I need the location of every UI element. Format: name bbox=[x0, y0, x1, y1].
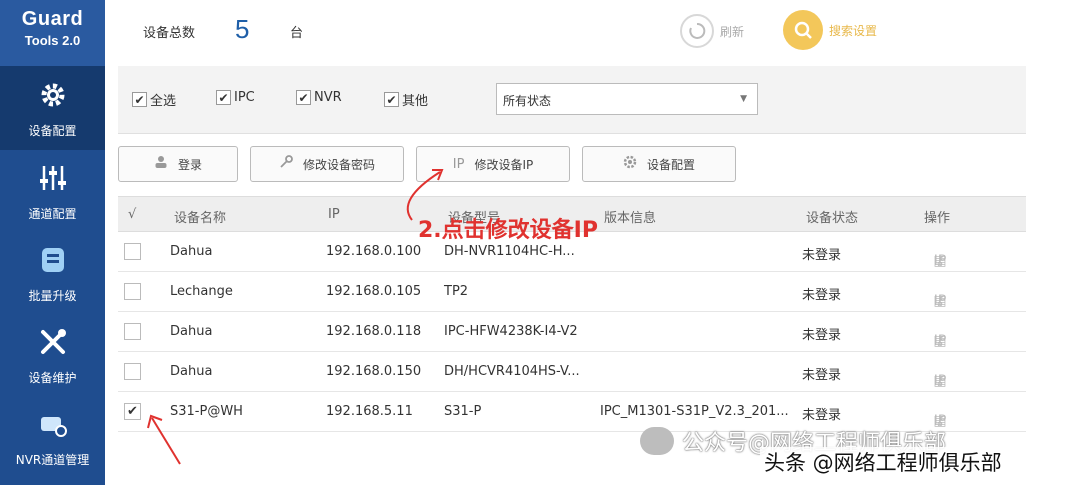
cell-name: Dahua bbox=[170, 364, 213, 379]
checkbox-checked-icon: ✔ bbox=[132, 92, 147, 107]
header-check: √ bbox=[128, 207, 137, 222]
wechat-icon bbox=[640, 427, 674, 455]
device-total-label: 设备总数 bbox=[143, 26, 196, 41]
chevron-down-icon: ▼ bbox=[740, 94, 747, 104]
header: 设备总数 5 台 刷新 搜索设置 bbox=[105, 0, 1080, 66]
sliders-icon bbox=[36, 161, 70, 195]
cell-status: 未登录 bbox=[802, 368, 842, 383]
cell-ip: 192.168.0.100 bbox=[326, 244, 422, 259]
upgrade-icon bbox=[36, 243, 70, 277]
key-icon[interactable]: ⚷ bbox=[922, 293, 958, 309]
select-all-label: 全选 bbox=[150, 94, 177, 109]
cell-status: 未登录 bbox=[802, 248, 842, 263]
sidebar-item-maintenance[interactable]: 设备维护 bbox=[0, 314, 105, 396]
device-count: 5 bbox=[235, 14, 250, 44]
cell-model: DH/HCVR4104HS-V... bbox=[444, 364, 580, 379]
cell-name: Lechange bbox=[170, 284, 233, 299]
select-all-checkbox[interactable]: ✔ 全选 bbox=[132, 90, 176, 109]
cell-model: TP2 bbox=[444, 284, 469, 299]
logo-line1: Guard bbox=[21, 8, 84, 30]
header-ip[interactable]: IP bbox=[328, 207, 340, 222]
app-logo: Guard Tools 2.0 bbox=[0, 0, 105, 66]
logo-line2: Tools 2.0 bbox=[24, 33, 81, 48]
cell-ip: 192.168.0.105 bbox=[326, 284, 422, 299]
sidebar-item-label: NVR通道管理 bbox=[15, 452, 90, 467]
cell-ip: 192.168.0.118 bbox=[326, 324, 422, 339]
sidebar-item-nvr-channel[interactable]: NVR通道管理 bbox=[0, 396, 105, 478]
sidebar-item-label: 批量升级 bbox=[28, 288, 77, 303]
filter-bar: ✔ 全选 ✔ IPC ✔ NVR ✔ 其他 所有状态 ▼ bbox=[118, 66, 1026, 134]
table-row[interactable]: Dahua 192.168.0.118 IPC-HFW4238K-I4-V2 未… bbox=[118, 312, 1026, 352]
cell-status: 未登录 bbox=[802, 408, 842, 423]
nvr-label: NVR bbox=[314, 90, 342, 105]
key-icon[interactable]: ⚷ bbox=[922, 373, 958, 389]
header-status[interactable]: 设备状态 bbox=[806, 207, 858, 226]
status-dropdown-value: 所有状态 bbox=[503, 94, 552, 108]
annotation-text: 2.点击修改设备IP bbox=[418, 218, 598, 243]
key-icon[interactable]: ⚷ bbox=[922, 333, 958, 349]
row-checkbox[interactable] bbox=[124, 363, 141, 380]
search-settings-button[interactable]: 搜索设置 bbox=[783, 10, 877, 50]
cell-version: IPC_M1301-S31P_V2.3_201... bbox=[600, 404, 789, 419]
key-icon bbox=[279, 155, 293, 173]
status-dropdown[interactable]: 所有状态 ▼ bbox=[496, 83, 758, 115]
cell-model: DH-NVR1104HC-H... bbox=[444, 244, 575, 259]
other-checkbox[interactable]: ✔ 其他 bbox=[384, 90, 428, 109]
sidebar-item-label: 设备配置 bbox=[28, 123, 77, 138]
cell-model: S31-P bbox=[444, 404, 482, 419]
gear-icon bbox=[623, 155, 637, 173]
modify-ip-button[interactable]: IP 修改设备IP bbox=[416, 146, 570, 182]
header-ops: 操作 bbox=[924, 211, 951, 226]
sidebar-item-batch-upgrade[interactable]: 批量升级 bbox=[0, 232, 105, 314]
cell-status: 未登录 bbox=[802, 288, 842, 303]
login-button[interactable]: 登录 bbox=[118, 146, 238, 182]
device-config-label: 设备配置 bbox=[646, 157, 695, 172]
cell-name: Dahua bbox=[170, 324, 213, 339]
ip-icon: IP bbox=[452, 156, 465, 172]
modify-ip-label: 修改设备IP bbox=[474, 157, 534, 172]
row-checkbox[interactable]: ✔ bbox=[124, 403, 141, 420]
ipc-label: IPC bbox=[234, 90, 255, 105]
row-checkbox[interactable] bbox=[124, 283, 141, 300]
header-device-name[interactable]: 设备名称 bbox=[174, 207, 226, 226]
other-label: 其他 bbox=[402, 94, 429, 109]
sidebar-item-channel-config[interactable]: 通道配置 bbox=[0, 150, 105, 232]
modify-password-button[interactable]: 修改设备密码 bbox=[250, 146, 404, 182]
table-row[interactable]: Dahua 192.168.0.150 DH/HCVR4104HS-V... 未… bbox=[118, 352, 1026, 392]
device-config-button[interactable]: 设备配置 bbox=[582, 146, 736, 182]
table-row[interactable]: Lechange 192.168.0.105 TP2 未登录 ▤ IP ⚷ bbox=[118, 272, 1026, 312]
key-icon[interactable]: ⚷ bbox=[922, 253, 958, 269]
search-settings-icon bbox=[783, 10, 823, 50]
cell-ip: 192.168.0.150 bbox=[326, 364, 422, 379]
sidebar-item-label: 通道配置 bbox=[28, 206, 77, 221]
cell-status: 未登录 bbox=[802, 328, 842, 343]
nvr-checkbox[interactable]: ✔ NVR bbox=[296, 90, 342, 105]
cell-name: S31-P@WH bbox=[170, 404, 243, 419]
refresh-icon bbox=[680, 14, 714, 48]
header-version[interactable]: 版本信息 bbox=[604, 207, 656, 226]
sidebar-item-label: 设备维护 bbox=[28, 370, 77, 385]
checkbox-checked-icon: ✔ bbox=[296, 90, 311, 105]
tools-icon bbox=[36, 325, 70, 359]
login-label: 登录 bbox=[177, 157, 202, 172]
nvr-channel-icon bbox=[36, 407, 70, 441]
cell-ip: 192.168.5.11 bbox=[326, 404, 413, 419]
cell-name: Dahua bbox=[170, 244, 213, 259]
search-settings-label: 搜索设置 bbox=[829, 23, 878, 38]
watermark-toutiao: 头条 @网络工程师俱乐部 bbox=[760, 447, 1006, 477]
sidebar: Guard Tools 2.0 设备配置 通道配置 批量升级 设备维护 NVR通… bbox=[0, 0, 105, 485]
row-checkbox[interactable] bbox=[124, 323, 141, 340]
row-checkbox[interactable] bbox=[124, 243, 141, 260]
modify-password-label: 修改设备密码 bbox=[302, 157, 375, 172]
checkbox-checked-icon: ✔ bbox=[384, 92, 399, 107]
sidebar-item-device-config[interactable]: 设备配置 bbox=[0, 66, 105, 150]
user-icon bbox=[154, 155, 168, 173]
cell-model: IPC-HFW4238K-I4-V2 bbox=[444, 324, 578, 339]
refresh-label: 刷新 bbox=[720, 24, 745, 39]
checkbox-checked-icon: ✔ bbox=[216, 90, 231, 105]
refresh-button[interactable]: 刷新 bbox=[680, 14, 744, 48]
ipc-checkbox[interactable]: ✔ IPC bbox=[216, 90, 255, 105]
gear-icon bbox=[36, 78, 70, 112]
device-count-unit: 台 bbox=[290, 26, 304, 41]
